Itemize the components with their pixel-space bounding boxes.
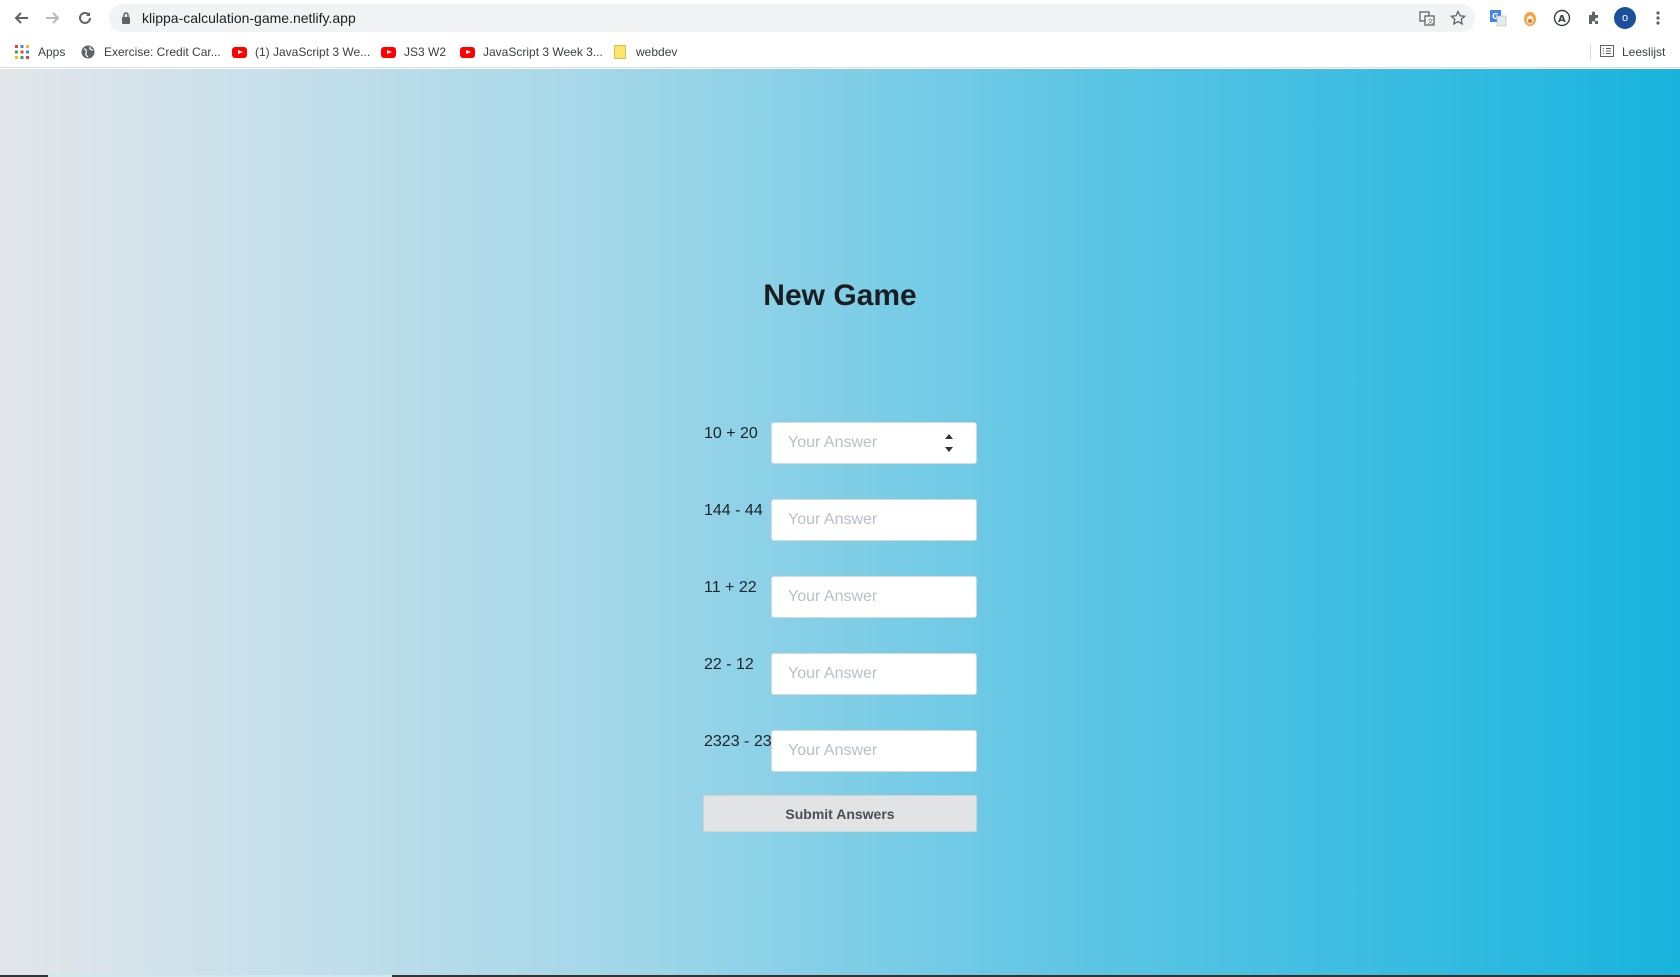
bookmark-label: (1) JavaScript 3 We... xyxy=(255,45,371,59)
answer-input[interactable] xyxy=(771,730,977,772)
answer-input[interactable] xyxy=(771,499,977,541)
reading-list-label: Leeslijst xyxy=(1622,45,1666,59)
question-text: 22 - 12 xyxy=(704,656,754,673)
address-bar[interactable]: klippa-calculation-game.netlify.app 文 xyxy=(109,4,1475,32)
question-row: 11 + 22 xyxy=(703,576,977,618)
number-spinner[interactable] xyxy=(943,434,955,452)
extensions-puzzle-icon[interactable] xyxy=(1584,8,1604,28)
globe-icon xyxy=(80,44,96,60)
bookmark-label: webdev xyxy=(636,45,678,59)
bookmarks-divider xyxy=(1590,44,1591,60)
url-text[interactable]: klippa-calculation-game.netlify.app xyxy=(142,4,356,32)
apps-grid-icon xyxy=(14,44,30,60)
question-row: 10 + 20 xyxy=(703,422,977,464)
answer-input[interactable] xyxy=(771,653,977,695)
reading-list-icon xyxy=(1600,44,1614,60)
bookmark-apps[interactable]: Apps xyxy=(14,43,65,61)
back-button[interactable] xyxy=(7,4,35,32)
reload-button[interactable] xyxy=(71,4,99,32)
translate-icon[interactable]: 文 xyxy=(1419,10,1435,26)
bookmark-webdev-folder[interactable]: webdev xyxy=(612,43,677,61)
bookmarks-bar: Apps Exercise: Credit Car... (1) JavaScr… xyxy=(0,36,1680,68)
svg-text:文: 文 xyxy=(1428,18,1434,26)
question-text: 144 - 44 xyxy=(704,502,763,519)
lock-icon xyxy=(122,12,130,24)
forward-button[interactable] xyxy=(39,4,67,32)
question-text: 10 + 20 xyxy=(704,425,758,442)
page-background: New Game 10 + 20 144 - 44 11 + 22 22 - 1… xyxy=(0,69,1680,977)
svg-text:A: A xyxy=(1558,14,1566,25)
question-text: 2323 - 23 xyxy=(704,733,772,750)
browser-toolbar: klippa-calculation-game.netlify.app 文 G … xyxy=(0,0,1680,36)
bookmark-label: JavaScript 3 Week 3... xyxy=(483,45,603,59)
extension-a-icon[interactable]: A xyxy=(1552,8,1572,28)
folder-icon xyxy=(612,44,628,60)
bookmark-label: Apps xyxy=(38,45,66,59)
question-row: 22 - 12 xyxy=(703,653,977,695)
forward-arrow-icon xyxy=(46,12,60,24)
google-translate-extension-icon[interactable]: G xyxy=(1488,8,1508,28)
youtube-icon xyxy=(231,44,247,60)
bookmark-credit-card-exercise[interactable]: Exercise: Credit Car... xyxy=(80,43,221,61)
decrement-arrow-icon[interactable] xyxy=(945,447,953,452)
bookmark-javascript-3-week[interactable]: (1) JavaScript 3 We... xyxy=(231,43,370,61)
bookmark-javascript-3-week-3[interactable]: JavaScript 3 Week 3... xyxy=(459,43,603,61)
page-title: New Game xyxy=(763,279,917,312)
question-row: 2323 - 23 xyxy=(703,730,977,772)
bookmark-js3-w2[interactable]: JS3 W2 xyxy=(380,43,446,61)
bookmark-label: JS3 W2 xyxy=(404,45,447,59)
reading-list-button[interactable]: Leeslijst xyxy=(1600,43,1665,61)
browser-menu-icon[interactable] xyxy=(1650,8,1666,28)
extension-orange-icon[interactable] xyxy=(1520,8,1540,28)
increment-arrow-icon[interactable] xyxy=(945,434,953,439)
question-row: 144 - 44 xyxy=(703,499,977,541)
youtube-icon xyxy=(459,44,475,60)
bookmark-label: Exercise: Credit Car... xyxy=(104,45,221,59)
youtube-icon xyxy=(380,44,396,60)
reload-icon xyxy=(79,11,91,24)
bookmark-star-icon[interactable] xyxy=(1450,10,1466,26)
answer-input[interactable] xyxy=(771,576,977,618)
submit-answers-button[interactable]: Submit Answers xyxy=(703,795,977,832)
question-text: 11 + 22 xyxy=(704,579,757,596)
profile-avatar[interactable]: o xyxy=(1614,7,1636,29)
back-arrow-icon xyxy=(14,12,28,24)
